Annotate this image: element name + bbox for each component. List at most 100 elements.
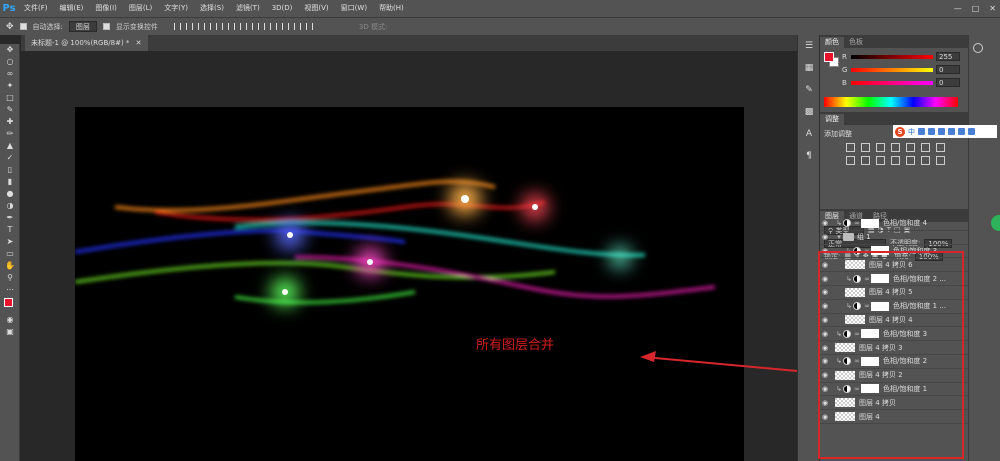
- distribute-icon[interactable]: [281, 23, 289, 30]
- shape-tool-icon[interactable]: ▭: [0, 248, 20, 260]
- brush-tool-icon[interactable]: ✏: [0, 128, 20, 140]
- properties-panel-icon[interactable]: ▦: [798, 57, 820, 79]
- layer-row[interactable]: ◉ ↳ ∞ 色相/饱和度 4: [820, 217, 969, 231]
- align-icon[interactable]: [185, 23, 193, 30]
- color-spectrum[interactable]: [824, 97, 958, 107]
- type-tool-icon[interactable]: T: [0, 224, 20, 236]
- green-value-input[interactable]: 0: [936, 65, 960, 74]
- menu-item[interactable]: 3D(D): [266, 0, 299, 17]
- emoji-icon[interactable]: [928, 128, 935, 135]
- align-icon[interactable]: [197, 23, 205, 30]
- gradient-tool-icon[interactable]: ▮: [0, 176, 20, 188]
- eraser-tool-icon[interactable]: ▯: [0, 164, 20, 176]
- skin-icon[interactable]: [958, 128, 965, 135]
- close-tab-icon[interactable]: ✕: [136, 39, 142, 47]
- close-icon[interactable]: ✕: [989, 0, 996, 17]
- marquee-tool-icon[interactable]: ○: [0, 56, 20, 68]
- expand-arrow-icon[interactable]: ▾: [835, 233, 843, 241]
- distribute-icon[interactable]: [257, 23, 265, 30]
- color-swatches[interactable]: [0, 296, 20, 314]
- channel-mixer-icon[interactable]: [876, 156, 885, 165]
- green-slider[interactable]: [851, 67, 933, 72]
- green-side-button[interactable]: [991, 215, 1000, 231]
- auto-select-checkbox[interactable]: [19, 23, 27, 30]
- history-panel-icon[interactable]: ☰: [798, 35, 820, 57]
- black-white-icon[interactable]: [846, 156, 855, 165]
- lasso-tool-icon[interactable]: ∞: [0, 68, 20, 80]
- dodge-tool-icon[interactable]: ◑: [0, 200, 20, 212]
- align-icon[interactable]: [209, 23, 217, 30]
- blue-value-input[interactable]: 0: [936, 78, 960, 87]
- menu-item[interactable]: 视图(V): [298, 0, 334, 17]
- align-icon[interactable]: [221, 23, 229, 30]
- minimize-icon[interactable]: —: [954, 0, 962, 17]
- hue-saturation-icon[interactable]: [921, 143, 930, 152]
- menu-item[interactable]: 图层(L): [123, 0, 158, 17]
- blur-tool-icon[interactable]: ●: [0, 188, 20, 200]
- red-slider[interactable]: [851, 54, 933, 59]
- character-panel-icon[interactable]: A: [798, 123, 820, 145]
- swatch-panel-icon[interactable]: ▩: [798, 101, 820, 123]
- menu-item[interactable]: 图像(I): [89, 0, 123, 17]
- vibrance-icon[interactable]: [906, 143, 915, 152]
- document-canvas[interactable]: [75, 107, 744, 461]
- menu-item[interactable]: 滤镜(T): [230, 0, 266, 17]
- paragraph-panel-icon[interactable]: ¶: [798, 145, 820, 167]
- menu-item[interactable]: 文字(Y): [158, 0, 194, 17]
- blue-slider[interactable]: [851, 80, 933, 85]
- distribute-icon[interactable]: [245, 23, 253, 30]
- align-icon[interactable]: [173, 23, 181, 30]
- layer-row[interactable]: ◉ ▾ 组 1: [820, 231, 969, 245]
- threshold-icon[interactable]: [936, 156, 945, 165]
- move-tool-icon[interactable]: ✥: [0, 44, 20, 56]
- screen-mode-icon[interactable]: ▣: [0, 326, 20, 338]
- distribute-icon[interactable]: [269, 23, 277, 30]
- distribute-icon[interactable]: [305, 23, 313, 30]
- brush-panel-icon[interactable]: ✎: [798, 79, 820, 101]
- tab-adjustments[interactable]: 调整: [820, 114, 844, 125]
- foreground-color-swatch[interactable]: [4, 298, 13, 307]
- document-tab[interactable]: 未标题-1 @ 100%(RGB/8#) * ✕: [25, 35, 148, 51]
- path-select-icon[interactable]: ➤: [0, 236, 20, 248]
- layer-name[interactable]: 色相/饱和度 4: [883, 218, 927, 228]
- brightness-icon[interactable]: [846, 143, 855, 152]
- distribute-icon[interactable]: [293, 23, 301, 30]
- posterize-icon[interactable]: [921, 156, 930, 165]
- punctuation-icon[interactable]: [918, 128, 925, 135]
- align-icon[interactable]: [233, 23, 241, 30]
- visibility-eye-icon[interactable]: ◉: [822, 233, 831, 241]
- exposure-icon[interactable]: [891, 143, 900, 152]
- pen-tool-icon[interactable]: ✒: [0, 212, 20, 224]
- color-balance-icon[interactable]: [936, 143, 945, 152]
- menu-item[interactable]: 帮助(H): [373, 0, 410, 17]
- hand-tool-icon[interactable]: ✋: [0, 260, 20, 272]
- eyedropper-icon[interactable]: ✎: [0, 104, 20, 116]
- color-lookup-icon[interactable]: [891, 156, 900, 165]
- layer-mask-thumbnail[interactable]: [861, 218, 879, 228]
- show-transform-checkbox[interactable]: [102, 23, 110, 30]
- more-tools-icon[interactable]: ⋯: [0, 284, 20, 296]
- menu-item[interactable]: 窗口(W): [335, 0, 373, 17]
- visibility-eye-icon[interactable]: ◉: [822, 219, 831, 227]
- menu-item[interactable]: 编辑(E): [54, 0, 90, 17]
- tools-icon[interactable]: [968, 128, 975, 135]
- red-value-input[interactable]: 255: [936, 52, 960, 61]
- tab-swatches[interactable]: 色板: [844, 37, 868, 48]
- magic-wand-icon[interactable]: ✦: [0, 80, 20, 92]
- layer-name[interactable]: 组 1: [857, 232, 871, 242]
- menu-item[interactable]: 文件(F): [18, 0, 54, 17]
- levels-icon[interactable]: [861, 143, 870, 152]
- invert-icon[interactable]: [906, 156, 915, 165]
- clone-stamp-icon[interactable]: ▲: [0, 140, 20, 152]
- move-tool-icon[interactable]: ✥: [6, 22, 14, 32]
- quick-mask-icon[interactable]: ◉: [0, 314, 20, 326]
- zoom-tool-icon[interactable]: ⚲: [0, 272, 20, 284]
- canvas-area[interactable]: [21, 51, 797, 461]
- sogou-ime-toolbar[interactable]: S 中: [893, 125, 997, 138]
- workspace-toggle[interactable]: [973, 43, 996, 53]
- color-swatches[interactable]: [824, 52, 839, 67]
- history-brush-icon[interactable]: ✓: [0, 152, 20, 164]
- auto-select-dropdown[interactable]: 图层: [68, 21, 97, 32]
- microphone-icon[interactable]: [938, 128, 945, 135]
- tab-color[interactable]: 颜色: [820, 37, 844, 48]
